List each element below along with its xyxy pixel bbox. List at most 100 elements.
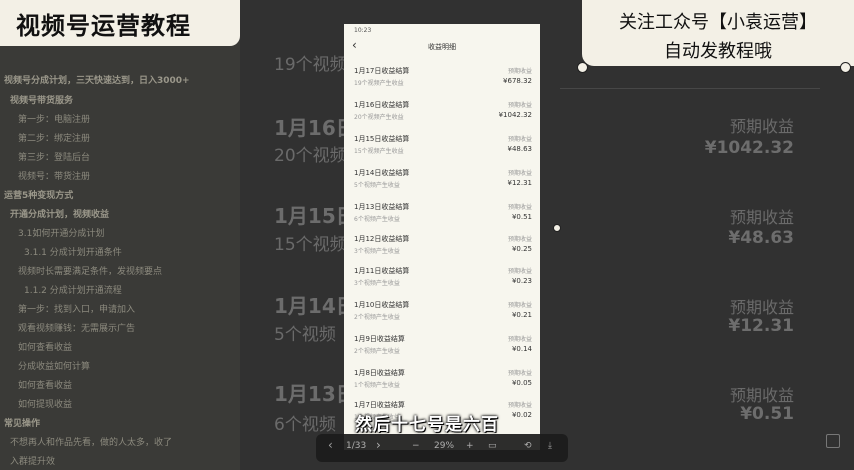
entry-title: 1月11日收益结算 [354, 267, 410, 275]
entry-sub: 3个视频产生收益 [354, 248, 400, 255]
outline-panel: 视频号运营教程 视频号分成计划，三天快速达到，日入3000+ 视频号带货服务 第… [0, 0, 240, 470]
earnings-entry[interactable]: 1月8日收益结算 1个视频产生收益 预期收益 ¥0.05 [354, 368, 532, 398]
entry-sub: 1个视频产生收益 [354, 382, 400, 389]
earnings-entry[interactable]: 1月16日收益结算 20个视频产生收益 预期收益 ¥1042.32 [354, 100, 532, 130]
entry-right-value: ¥1042.32 [498, 111, 532, 119]
entry-title: 1月12日收益结算 [354, 235, 410, 243]
outline-item[interactable]: 3.1如何开通分成计划 [18, 226, 104, 240]
page-indicator: 1/33 [346, 441, 367, 451]
entry-title: 1月13日收益结算 [354, 203, 410, 211]
doc-label: 预期收益 [729, 298, 794, 317]
fit-screen-icon[interactable]: ▭ [488, 441, 497, 451]
outline-item[interactable]: 3.1.1 分成计划开通条件 [24, 245, 122, 259]
outline-item[interactable]: 第一步：电脑注册 [18, 112, 90, 126]
entry-right-label: 预期收益 [507, 236, 532, 243]
earnings-entry[interactable]: 1月9日收益结算 2个视频产生收益 预期收益 ¥0.14 [354, 334, 532, 364]
entry-sub: 6个视频产生收益 [354, 216, 400, 223]
outline-item[interactable]: 视频号带货服务 [10, 93, 73, 107]
window-icon[interactable] [826, 434, 840, 448]
earnings-entry[interactable]: 1月11日收益结算 3个视频产生收益 预期收益 ¥0.23 [354, 266, 532, 296]
outline-item[interactable]: 如何查看收益 [18, 340, 72, 354]
zoom-out-icon[interactable]: − [412, 441, 420, 451]
doc-count: 5个视频 [274, 325, 336, 345]
outline-item[interactable]: 观看视频赚钱：无需展示广告 [18, 321, 135, 335]
outline-item[interactable]: 1.1.2 分成计划开通流程 [24, 283, 122, 297]
doc-label: 预期收益 [729, 208, 794, 227]
entry-right-value: ¥12.31 [507, 179, 533, 187]
document-area: 19个视频 1月16日 20个视频 预期收益 ¥1042.32 1月15日 15… [240, 0, 854, 470]
doc-label: 预期收益 [729, 117, 794, 136]
entry-title: 1月7日收益结算 [354, 401, 405, 409]
handle-dot-icon [577, 62, 588, 73]
doc-value: ¥1042.32 [704, 138, 794, 158]
entry-right-label: 预期收益 [507, 370, 532, 377]
outline-item[interactable]: 分成收益如何计算 [18, 359, 90, 373]
next-page-icon[interactable]: › [376, 438, 381, 452]
entry-title: 1月15日收益结算 [354, 135, 410, 143]
entry-sub: 20个视频产生收益 [354, 114, 404, 121]
outline-item[interactable]: 视频号：带货注册 [18, 169, 90, 183]
earnings-entry[interactable]: 1月13日收益结算 6个视频产生收益 预期收益 ¥0.51 [354, 202, 532, 232]
entry-right-label: 预期收益 [507, 170, 532, 177]
outline-item[interactable]: 如何查看收益 [18, 378, 72, 392]
entry-right-value: ¥0.23 [511, 277, 532, 285]
entry-right-label: 预期收益 [507, 68, 532, 75]
outline-item[interactable]: 视频时长需要满足条件，发视频要点 [18, 264, 162, 278]
entry-right-value: ¥48.63 [507, 145, 533, 153]
entry-right-value: ¥0.14 [511, 345, 532, 353]
follow-line-2: 自动发教程哦 [664, 41, 772, 62]
entry-right-value: ¥678.32 [503, 77, 532, 85]
earnings-entry[interactable]: 1月14日收益结算 5个视频产生收益 预期收益 ¥12.31 [354, 168, 532, 198]
outline-item[interactable]: 视频号分成计划，三天快速达到，日入3000+ [4, 73, 190, 87]
viewer-toolbar: ‹ 1/33 › − 29% + ▭ ⟲ ⤓ [316, 434, 568, 462]
doc-value: ¥12.31 [728, 316, 794, 336]
prev-page-icon[interactable]: ‹ [328, 438, 333, 452]
download-icon[interactable]: ⤓ [548, 441, 552, 451]
entry-right-value: ¥0.21 [511, 311, 532, 319]
doc-count: 19个视频 [274, 55, 347, 75]
entry-right-label: 预期收益 [507, 204, 532, 211]
outline-item[interactable]: 运营5种变现方式 [4, 188, 73, 202]
entry-sub: 15个视频产生收益 [354, 148, 404, 155]
title-badge-text: 视频号运营教程 [16, 11, 191, 40]
entry-sub: 2个视频产生收益 [354, 348, 400, 355]
entry-title: 1月10日收益结算 [354, 301, 410, 309]
outline-item[interactable]: 第三步：登陆后台 [18, 150, 90, 164]
handle-dot-icon [840, 62, 851, 73]
entry-right-value: ¥0.05 [511, 379, 532, 387]
zoom-level: 29% [434, 441, 455, 451]
outline-item[interactable]: 第一步：找到入口，申请加入 [18, 302, 135, 316]
earnings-entry[interactable]: 1月12日收益结算 3个视频产生收益 预期收益 ¥0.25 [354, 234, 532, 264]
handle-dot-icon [553, 224, 561, 232]
entry-sub: 2个视频产生收益 [354, 314, 400, 321]
outline-item[interactable]: 入群提升效 [10, 454, 55, 468]
doc-count: 20个视频 [274, 146, 347, 166]
video-subtitle: 然后十七号是六百 [355, 415, 499, 435]
entry-right-value: ¥0.51 [511, 213, 532, 221]
doc-label: 预期收益 [729, 386, 794, 405]
entry-title: 1月14日收益结算 [354, 169, 410, 177]
earnings-entry[interactable]: 1月10日收益结算 2个视频产生收益 预期收益 ¥0.21 [354, 300, 532, 330]
entry-title: 1月9日收益结算 [354, 335, 405, 343]
entry-right-label: 预期收益 [507, 102, 532, 109]
phone-screenshot: 10:23 ‹ 收益明细 1月17日收益结算 19个视频产生收益 预期收益 ¥6… [344, 24, 540, 450]
entry-right-label: 预期收益 [507, 336, 532, 343]
phone-title: 收益明细 [428, 43, 456, 51]
zoom-in-icon[interactable]: + [466, 441, 474, 451]
rotate-icon[interactable]: ⟲ [524, 441, 532, 451]
entry-right-label: 预期收益 [507, 268, 532, 275]
entry-right-value: ¥0.25 [511, 245, 532, 253]
earnings-entry[interactable]: 1月15日收益结算 15个视频产生收益 预期收益 ¥48.63 [354, 134, 532, 164]
entry-right-label: 预期收益 [507, 302, 532, 309]
doc-value: ¥48.63 [728, 228, 794, 248]
title-badge: 视频号运营教程 [0, 0, 240, 46]
outline-item[interactable]: 第二步：绑定注册 [18, 131, 90, 145]
entry-sub: 5个视频产生收益 [354, 182, 400, 189]
earnings-entry[interactable]: 1月17日收益结算 19个视频产生收益 预期收益 ¥678.32 [354, 66, 532, 96]
outline-item[interactable]: 不想再人和作品先看，做的人太多，收了 [10, 435, 172, 449]
entry-right-label: 预期收益 [507, 136, 532, 143]
follow-badge: 关注工众号【小袁运营】 自动发教程哦 [582, 0, 854, 66]
outline-item[interactable]: 开通分成计划，视频收益 [10, 207, 109, 221]
outline-item[interactable]: 如何提现收益 [18, 397, 72, 411]
entry-right-label: 预期收益 [507, 402, 532, 409]
